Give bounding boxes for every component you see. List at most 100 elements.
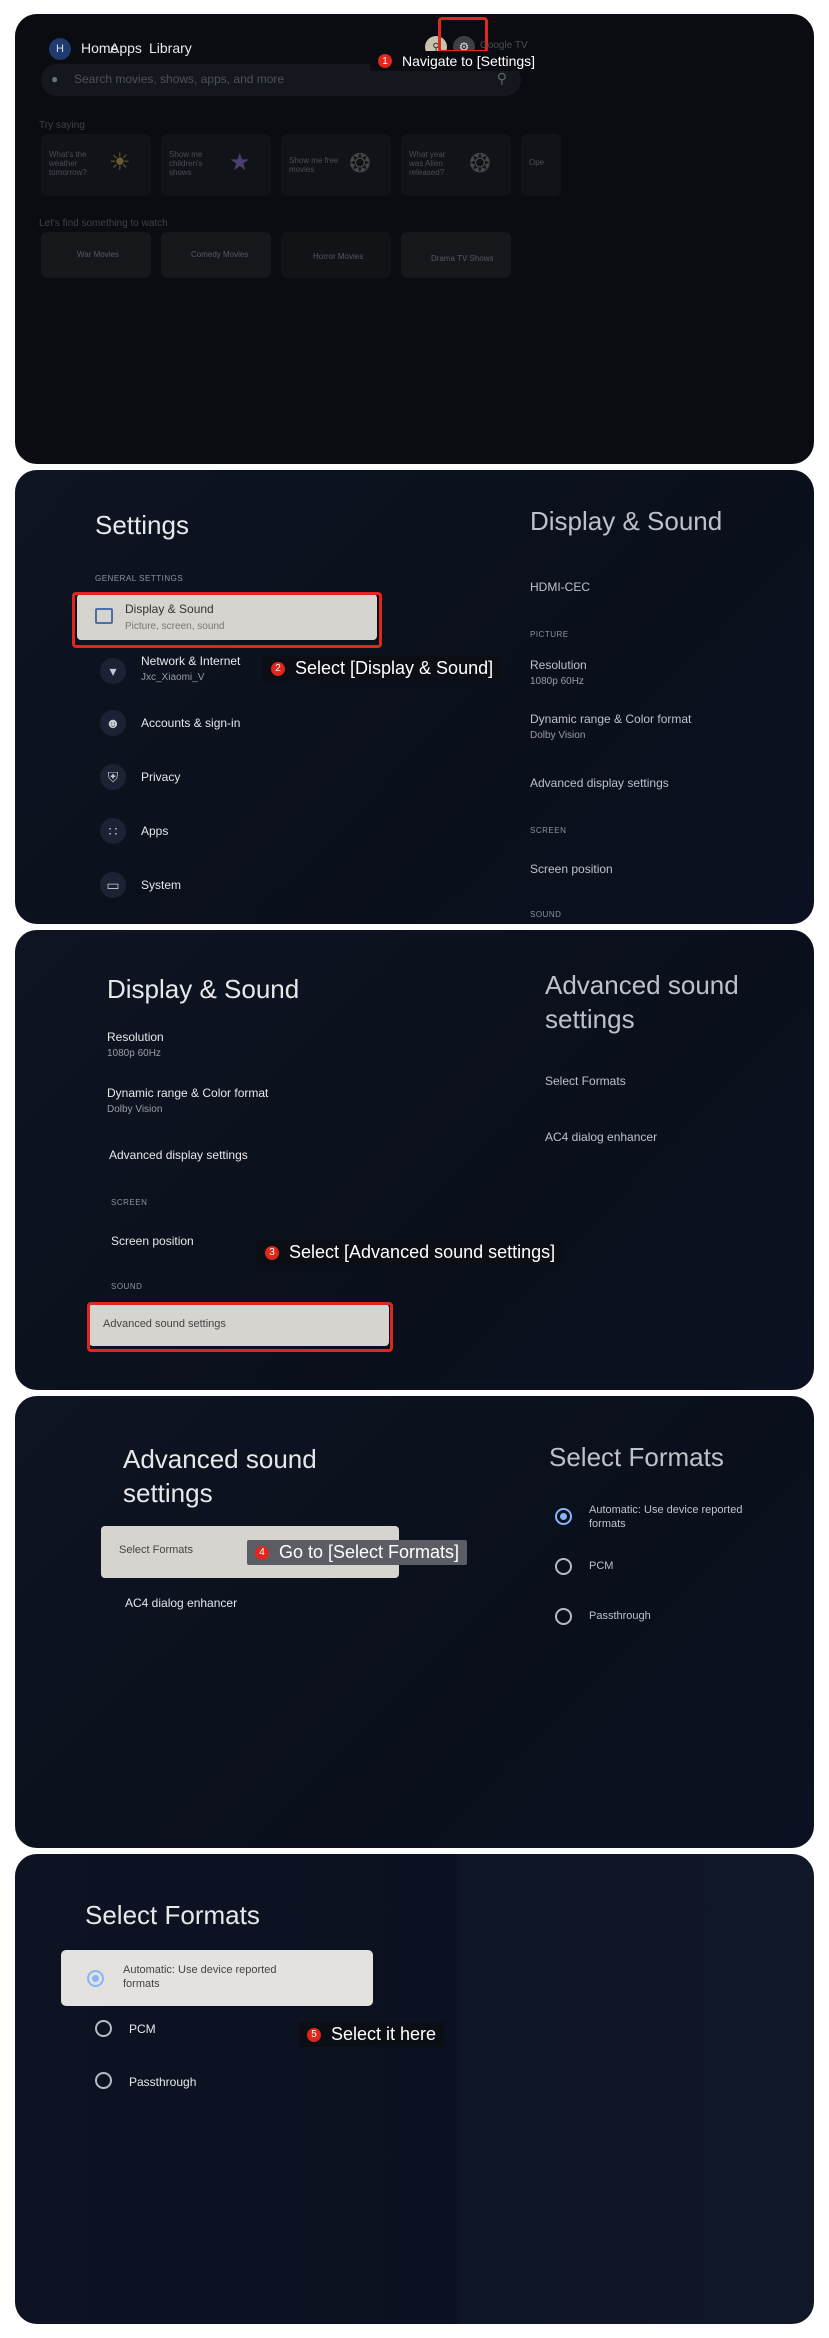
right-item-dynamic-val: Dolby Vision bbox=[530, 730, 586, 741]
suggestion-card[interactable]: What's the weather tomorrow? ☀ bbox=[41, 134, 151, 196]
suggestion-card[interactable]: Ope bbox=[521, 134, 561, 196]
select-formats-panel: Select Formats Automatic: Use device rep… bbox=[15, 1854, 814, 2324]
genre-card[interactable]: Comedy Movies bbox=[161, 232, 271, 278]
suggestion-card[interactable]: Show me free movies ❂ bbox=[281, 134, 391, 196]
account-icon: ☻ bbox=[100, 710, 126, 736]
film-reel-icon: ❂ bbox=[469, 148, 491, 178]
genre-card[interactable]: Horror Movies bbox=[281, 232, 391, 278]
option-pcm[interactable]: PCM bbox=[129, 2022, 156, 2036]
step-1-callout: 1 Navigate to [Settings] bbox=[370, 51, 544, 71]
radio-pcm[interactable] bbox=[95, 2020, 112, 2037]
right-pane-title: Select Formats bbox=[549, 1442, 724, 1472]
right-pane-title: settings bbox=[545, 1004, 635, 1034]
menu-item-system[interactable]: System bbox=[141, 878, 181, 892]
right-pane-title: Advanced sound bbox=[545, 970, 739, 1000]
right-pane-title: Display & Sound bbox=[530, 506, 723, 536]
suggestion-text: What's the weather tomorrow? bbox=[49, 150, 87, 177]
mic-icon: ● bbox=[51, 72, 59, 86]
step-5-callout: 5 Select it here bbox=[299, 2022, 445, 2047]
suggestion-card[interactable]: Show me children's shows ★ bbox=[161, 134, 271, 196]
radio-passthrough[interactable] bbox=[95, 2072, 112, 2089]
item-dynamic-val: Dolby Vision bbox=[107, 1104, 163, 1115]
section-caption: SOUND bbox=[111, 1282, 143, 1291]
option-label: formats bbox=[123, 1978, 160, 1990]
home-screen-panel: H Home Apps Library ⚲ ⚙ Google TV ● Sear… bbox=[15, 14, 814, 464]
item-resolution[interactable]: Resolution bbox=[107, 1030, 164, 1044]
genre-label: Comedy Movies bbox=[191, 250, 249, 259]
brand-label: Google TV bbox=[480, 40, 528, 51]
section-caption: SCREEN bbox=[530, 826, 567, 835]
monitor-icon: ▭ bbox=[100, 872, 126, 898]
page-title: settings bbox=[123, 1478, 213, 1508]
right-item-hdmi: HDMI-CEC bbox=[530, 580, 590, 594]
suggestion-text: Ope bbox=[529, 158, 545, 167]
item-advanced-display[interactable]: Advanced display settings bbox=[109, 1148, 248, 1162]
suggestion-text: Show me free movies bbox=[289, 156, 339, 174]
menu-item-accounts[interactable]: Accounts & sign-in bbox=[141, 716, 240, 730]
search-placeholder: Search movies, shows, apps, and more bbox=[74, 72, 285, 86]
option-label: Automatic: Use device reported bbox=[123, 1964, 277, 1976]
radio-automatic bbox=[87, 1970, 104, 1987]
suggestion-card[interactable]: What year was Alien released? ❂ bbox=[401, 134, 511, 196]
step-2-callout: 2 Select [Display & Sound] bbox=[263, 656, 502, 681]
highlight-display-sound bbox=[72, 592, 382, 648]
genre-card[interactable]: War Movies bbox=[41, 232, 151, 278]
option-automatic: formats bbox=[589, 1518, 626, 1530]
step-4-callout: 4 Go to [Select Formats] bbox=[247, 1540, 468, 1565]
shield-icon: ⛨ bbox=[100, 764, 126, 790]
option-pcm: PCM bbox=[589, 1560, 614, 1572]
display-sound-panel: Display & Sound Resolution 1080p 60Hz Dy… bbox=[15, 930, 814, 1390]
right-item-dynamic: Dynamic range & Color format bbox=[530, 712, 692, 726]
film-reel-icon: ❂ bbox=[349, 148, 371, 178]
weather-icon: ☀ bbox=[109, 149, 131, 176]
genre-label: War Movies bbox=[77, 250, 119, 259]
step-3-callout: 3 Select [Advanced sound settings] bbox=[257, 1240, 564, 1265]
section-caption: PICTURE bbox=[530, 630, 569, 639]
page-title: Settings bbox=[95, 510, 189, 540]
settings-panel: Settings GENERAL SETTINGS Display & Soun… bbox=[15, 470, 814, 924]
item-label: Select Formats bbox=[119, 1544, 193, 1556]
item-resolution-val: 1080p 60Hz bbox=[107, 1048, 161, 1059]
genre-card[interactable]: Drama TV Shows bbox=[401, 232, 511, 278]
section-caption: SOUND bbox=[530, 910, 562, 919]
wifi-icon: ▾ bbox=[100, 658, 126, 684]
nav-library[interactable]: Library bbox=[149, 40, 192, 56]
menu-item-network[interactable]: Network & Internet bbox=[141, 654, 240, 668]
radio-passthrough bbox=[555, 1608, 572, 1625]
menu-item-sub: Jxc_Xiaomi_V bbox=[141, 672, 205, 683]
advanced-sound-panel: Advanced sound settings Select Formats A… bbox=[15, 1396, 814, 1848]
right-item-advanced: Advanced display settings bbox=[530, 776, 669, 790]
search-icon: ⚲ bbox=[496, 70, 507, 86]
suggestion-text: What year was Alien released? bbox=[409, 150, 446, 177]
magic-wand-icon: ★ bbox=[229, 149, 251, 176]
highlight-advanced-sound bbox=[87, 1302, 393, 1352]
option-automatic: Automatic: Use device reported bbox=[589, 1504, 743, 1516]
item-screen-position[interactable]: Screen position bbox=[111, 1234, 194, 1248]
nav-apps[interactable]: Apps bbox=[110, 40, 142, 56]
menu-item-privacy[interactable]: Privacy bbox=[141, 770, 180, 784]
try-saying-label: Try saying bbox=[39, 120, 85, 131]
item-dynamic[interactable]: Dynamic range & Color format bbox=[107, 1086, 268, 1100]
option-automatic-row[interactable]: Automatic: Use device reported formats bbox=[61, 1950, 373, 2006]
right-item-select-formats: Select Formats bbox=[545, 1074, 626, 1088]
section-caption: SCREEN bbox=[111, 1198, 148, 1207]
item-ac4[interactable]: AC4 dialog enhancer bbox=[125, 1596, 237, 1610]
page-title: Display & Sound bbox=[107, 974, 300, 1004]
right-item-screen-pos: Screen position bbox=[530, 862, 613, 876]
suggestion-text: Show me children's shows bbox=[169, 150, 203, 177]
right-item-resolution: Resolution bbox=[530, 658, 587, 672]
option-passthrough: Passthrough bbox=[589, 1610, 651, 1622]
section-caption: GENERAL SETTINGS bbox=[95, 574, 184, 583]
page-title: Advanced sound bbox=[123, 1444, 317, 1474]
genre-label: Horror Movies bbox=[313, 252, 364, 261]
apps-grid-icon: ∷ bbox=[100, 818, 126, 844]
page-title: Select Formats bbox=[85, 1900, 260, 1930]
avatar[interactable]: H bbox=[49, 38, 71, 60]
right-item-resolution-val: 1080p 60Hz bbox=[530, 676, 584, 687]
option-passthrough[interactable]: Passthrough bbox=[129, 2075, 196, 2089]
radio-automatic bbox=[555, 1508, 572, 1525]
genre-label: Drama TV Shows bbox=[431, 254, 494, 263]
find-something-label: Let's find something to watch bbox=[39, 218, 168, 229]
radio-pcm bbox=[555, 1558, 572, 1575]
menu-item-apps[interactable]: Apps bbox=[141, 824, 168, 838]
